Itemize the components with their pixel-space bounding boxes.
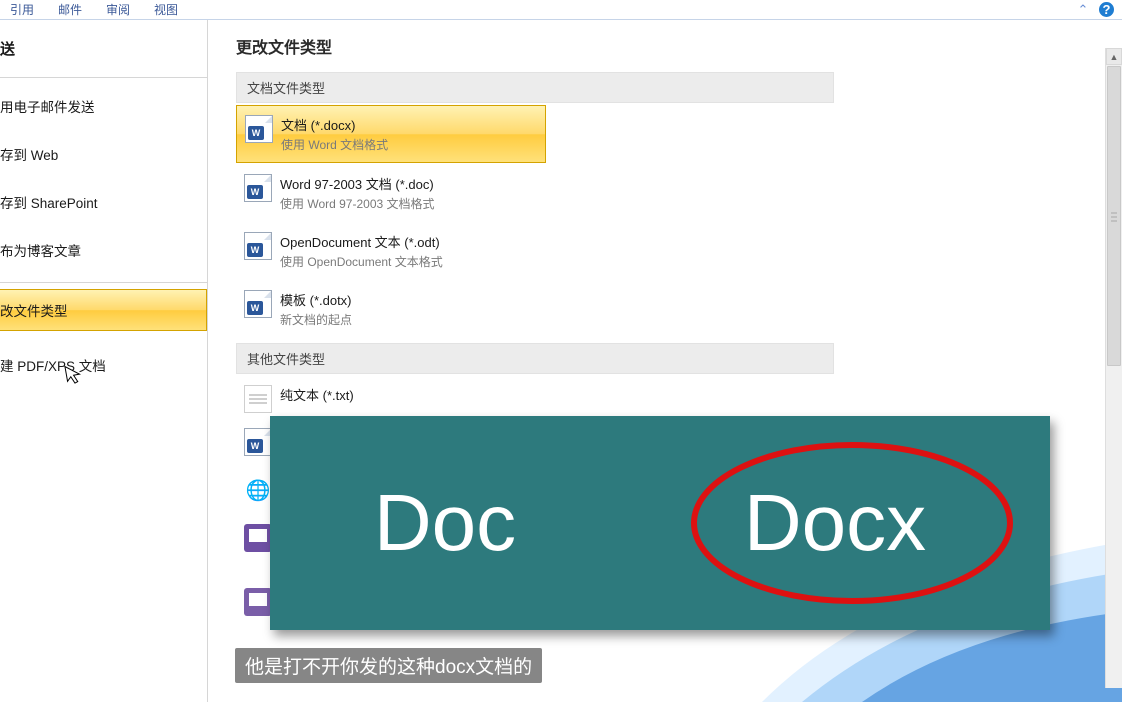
ribbon-tab-review[interactable]: 审阅 — [106, 1, 130, 18]
sidebar-item-change-file-type[interactable]: 改文件类型 — [0, 289, 207, 331]
file-type-docx[interactable]: W 文档 (*.docx) 使用 Word 文档格式 — [236, 105, 546, 163]
ribbon-tab-bar: 引用 邮件 审阅 视图 ⌃ ? — [0, 0, 1122, 20]
sidebar-item-web[interactable]: 存到 Web — [0, 130, 207, 178]
sidebar-heading: 送 — [0, 38, 207, 77]
file-type-title: OpenDocument 文本 (*.odt) — [280, 232, 443, 251]
ribbon-tab-view[interactable]: 视图 — [154, 1, 178, 18]
section-header-doc-types: 文档文件类型 — [236, 72, 834, 103]
word-dotx-icon: W — [244, 290, 272, 318]
ribbon-collapse-icon[interactable]: ⌃ — [1075, 2, 1091, 18]
file-type-desc: 使用 Word 文档格式 — [281, 136, 388, 153]
section-header-other-types: 其他文件类型 — [236, 343, 834, 374]
sidebar-item-pdf-xps[interactable]: 建 PDF/XPS 文档 — [0, 337, 207, 393]
txt-icon — [244, 385, 272, 413]
scrollbar-thumb[interactable] — [1107, 66, 1121, 366]
file-type-title: 模板 (*.dotx) — [280, 290, 352, 309]
sidebar-item-sharepoint[interactable]: 存到 SharePoint — [0, 178, 207, 226]
ribbon-tab-references[interactable]: 引用 — [10, 1, 34, 18]
globe-icon: 🌐 — [244, 476, 272, 504]
file-type-desc: 使用 OpenDocument 文本格式 — [280, 253, 443, 270]
main-title: 更改文件类型 — [236, 34, 1104, 58]
overlay-text-doc: Doc — [374, 477, 516, 569]
word-doc-icon: W — [244, 174, 272, 202]
file-type-title: 纯文本 (*.txt) — [280, 385, 354, 404]
annotation-overlay: Doc Docx — [270, 416, 1050, 630]
file-type-odt[interactable]: W OpenDocument 文本 (*.odt) 使用 OpenDocumen… — [236, 223, 546, 279]
file-type-title: Word 97-2003 文档 (*.doc) — [280, 174, 435, 193]
word-docx-icon: W — [245, 115, 273, 143]
help-icon[interactable]: ? — [1099, 2, 1114, 17]
ribbon-tab-mail[interactable]: 邮件 — [58, 1, 82, 18]
overlay-text-docx: Docx — [724, 477, 946, 569]
save-as-icon — [244, 588, 272, 616]
word-icon: W — [244, 428, 272, 456]
video-subtitle: 他是打不开你发的这种docx文档的 — [235, 648, 542, 683]
file-type-desc: 使用 Word 97-2003 文档格式 — [280, 195, 435, 212]
file-type-txt[interactable]: 纯文本 (*.txt) — [236, 376, 546, 415]
sidebar-item-email[interactable]: 用电子邮件发送 — [0, 82, 207, 130]
file-type-dotx[interactable]: W 模板 (*.dotx) 新文档的起点 — [236, 281, 546, 337]
file-type-doc[interactable]: W Word 97-2003 文档 (*.doc) 使用 Word 97-200… — [236, 165, 546, 221]
sidebar-item-blog[interactable]: 布为博客文章 — [0, 226, 207, 274]
file-type-desc: 新文档的起点 — [280, 311, 352, 328]
left-sidebar: 送 用电子邮件发送 存到 Web 存到 SharePoint 布为博客文章 改文… — [0, 20, 208, 702]
scrollbar[interactable]: ▲ — [1105, 48, 1122, 688]
word-odt-icon: W — [244, 232, 272, 260]
file-type-title: 文档 (*.docx) — [281, 115, 388, 134]
scroll-up-icon[interactable]: ▲ — [1106, 48, 1122, 65]
save-icon — [244, 524, 272, 552]
